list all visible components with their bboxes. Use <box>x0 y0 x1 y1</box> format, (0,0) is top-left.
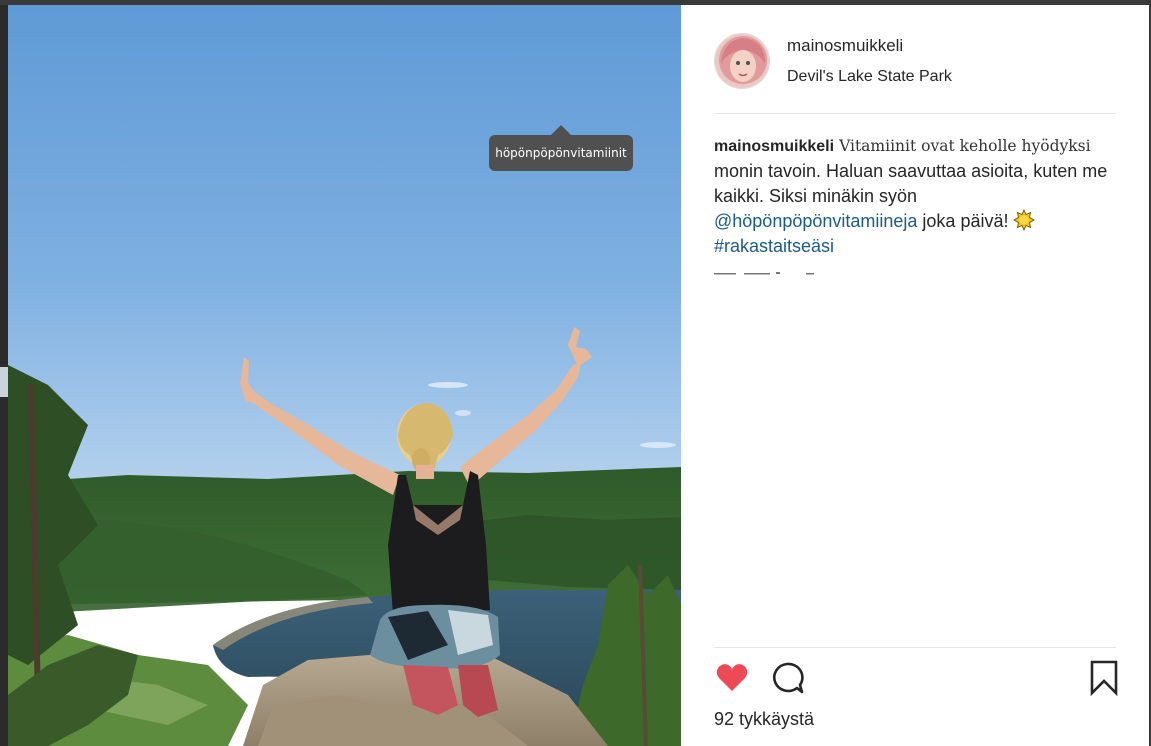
photo-tag[interactable]: höpönpöpönvitamiinit <box>489 125 633 171</box>
post-actions <box>714 660 1124 696</box>
instagram-post-window: höpönpöpönvitamiinit mainosmuikkeli Devi… <box>0 0 1151 746</box>
header-divider <box>714 113 1116 114</box>
post-details-panel: mainosmuikkeli Devil's Lake State Park m… <box>681 5 1151 746</box>
caption-username[interactable]: mainosmuikkeli <box>714 138 834 155</box>
actions-divider <box>714 647 1116 648</box>
landscape-photo <box>8 5 681 746</box>
caption-text-first: Vitamiinit ovat keholle hyödyksi <box>839 137 1091 155</box>
caption-text-body: monin tavoin. Haluan saavuttaa asioita, … <box>714 161 1108 206</box>
heart-icon[interactable] <box>714 660 750 696</box>
sun-emoji-icon <box>1013 208 1036 232</box>
caption-mention-link[interactable]: @höpönpöpönvitamiineja <box>714 211 917 231</box>
comment-icon[interactable] <box>769 660 805 696</box>
window-left-edge <box>0 5 8 746</box>
post-photo[interactable] <box>8 5 681 746</box>
caption-text-after-mention: joka päivä! <box>917 211 1014 231</box>
truncated-comment-line <box>714 272 814 275</box>
bookmark-icon[interactable] <box>1086 660 1122 696</box>
likes-count[interactable]: 92 tykkäystä <box>714 709 814 730</box>
caption-hashtag-link[interactable]: #rakastaitseäsi <box>714 236 834 256</box>
post-header: mainosmuikkeli Devil's Lake State Park <box>714 31 1116 91</box>
post-location[interactable]: Devil's Lake State Park <box>787 68 952 86</box>
photo-tag-label: höpönpöpönvitamiinit <box>495 146 627 160</box>
avatar[interactable] <box>714 33 770 89</box>
post-caption: mainosmuikkeli Vitamiinit ovat keholle h… <box>714 133 1119 259</box>
post-username[interactable]: mainosmuikkeli <box>787 36 903 56</box>
